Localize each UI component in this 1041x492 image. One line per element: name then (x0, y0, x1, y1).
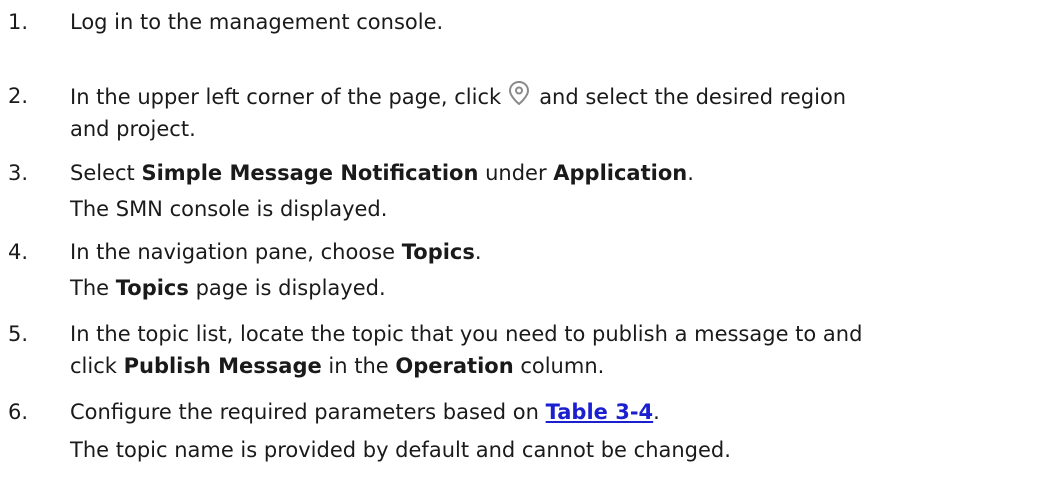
step-text-post: and select the desired region (539, 85, 847, 109)
step-1: 1. Log in to the management console. (0, 6, 1041, 40)
step-5: 5. In the topic list, locate the topic t… (0, 318, 1041, 384)
step-text: Select Simple Message Notification under… (70, 161, 694, 185)
step-text: In the topic list, locate the topic that… (70, 322, 863, 378)
step-4: 4. In the navigation pane, choose Topics… (0, 236, 1041, 306)
bold-term-topics: Topics (401, 240, 475, 264)
step-6: 6. Configure the required parameters bas… (0, 396, 1041, 468)
step-text: Log in to the management console. (70, 10, 444, 34)
bold-term-operation: Operation (395, 354, 514, 378)
step-result: The Topics page is displayed. (70, 276, 386, 300)
step-text-line2: and project. (70, 117, 196, 141)
procedure-steps: 1. Log in to the management console. 2. … (0, 0, 1041, 492)
step-number: 1. (8, 10, 29, 34)
step-text-pre: In the upper left corner of the page, cl… (70, 85, 502, 109)
step-number: 6. (8, 400, 29, 424)
step-text: In the navigation pane, choose Topics. (70, 240, 482, 264)
table-reference-link[interactable]: Table 3-4 (546, 400, 654, 424)
location-pin-icon (507, 80, 531, 106)
step-result: The SMN console is displayed. (70, 197, 388, 221)
step-2: 2. In the upper left corner of the page,… (0, 80, 1041, 146)
step-result: The topic name is provided by default an… (70, 438, 731, 462)
step-number: 3. (8, 161, 29, 185)
step-number: 4. (8, 240, 29, 264)
step-number: 2. (8, 84, 29, 108)
step-3: 3. Select Simple Message Notification un… (0, 157, 1041, 227)
bold-term-service: Simple Message Notification (141, 161, 479, 185)
step-text: Configure the required parameters based … (70, 400, 660, 424)
step-text: In the upper left corner of the page, cl… (70, 80, 1025, 145)
step-number: 5. (8, 322, 29, 346)
bold-term-category: Application (553, 161, 688, 185)
bold-term-publish-message: Publish Message (123, 354, 322, 378)
